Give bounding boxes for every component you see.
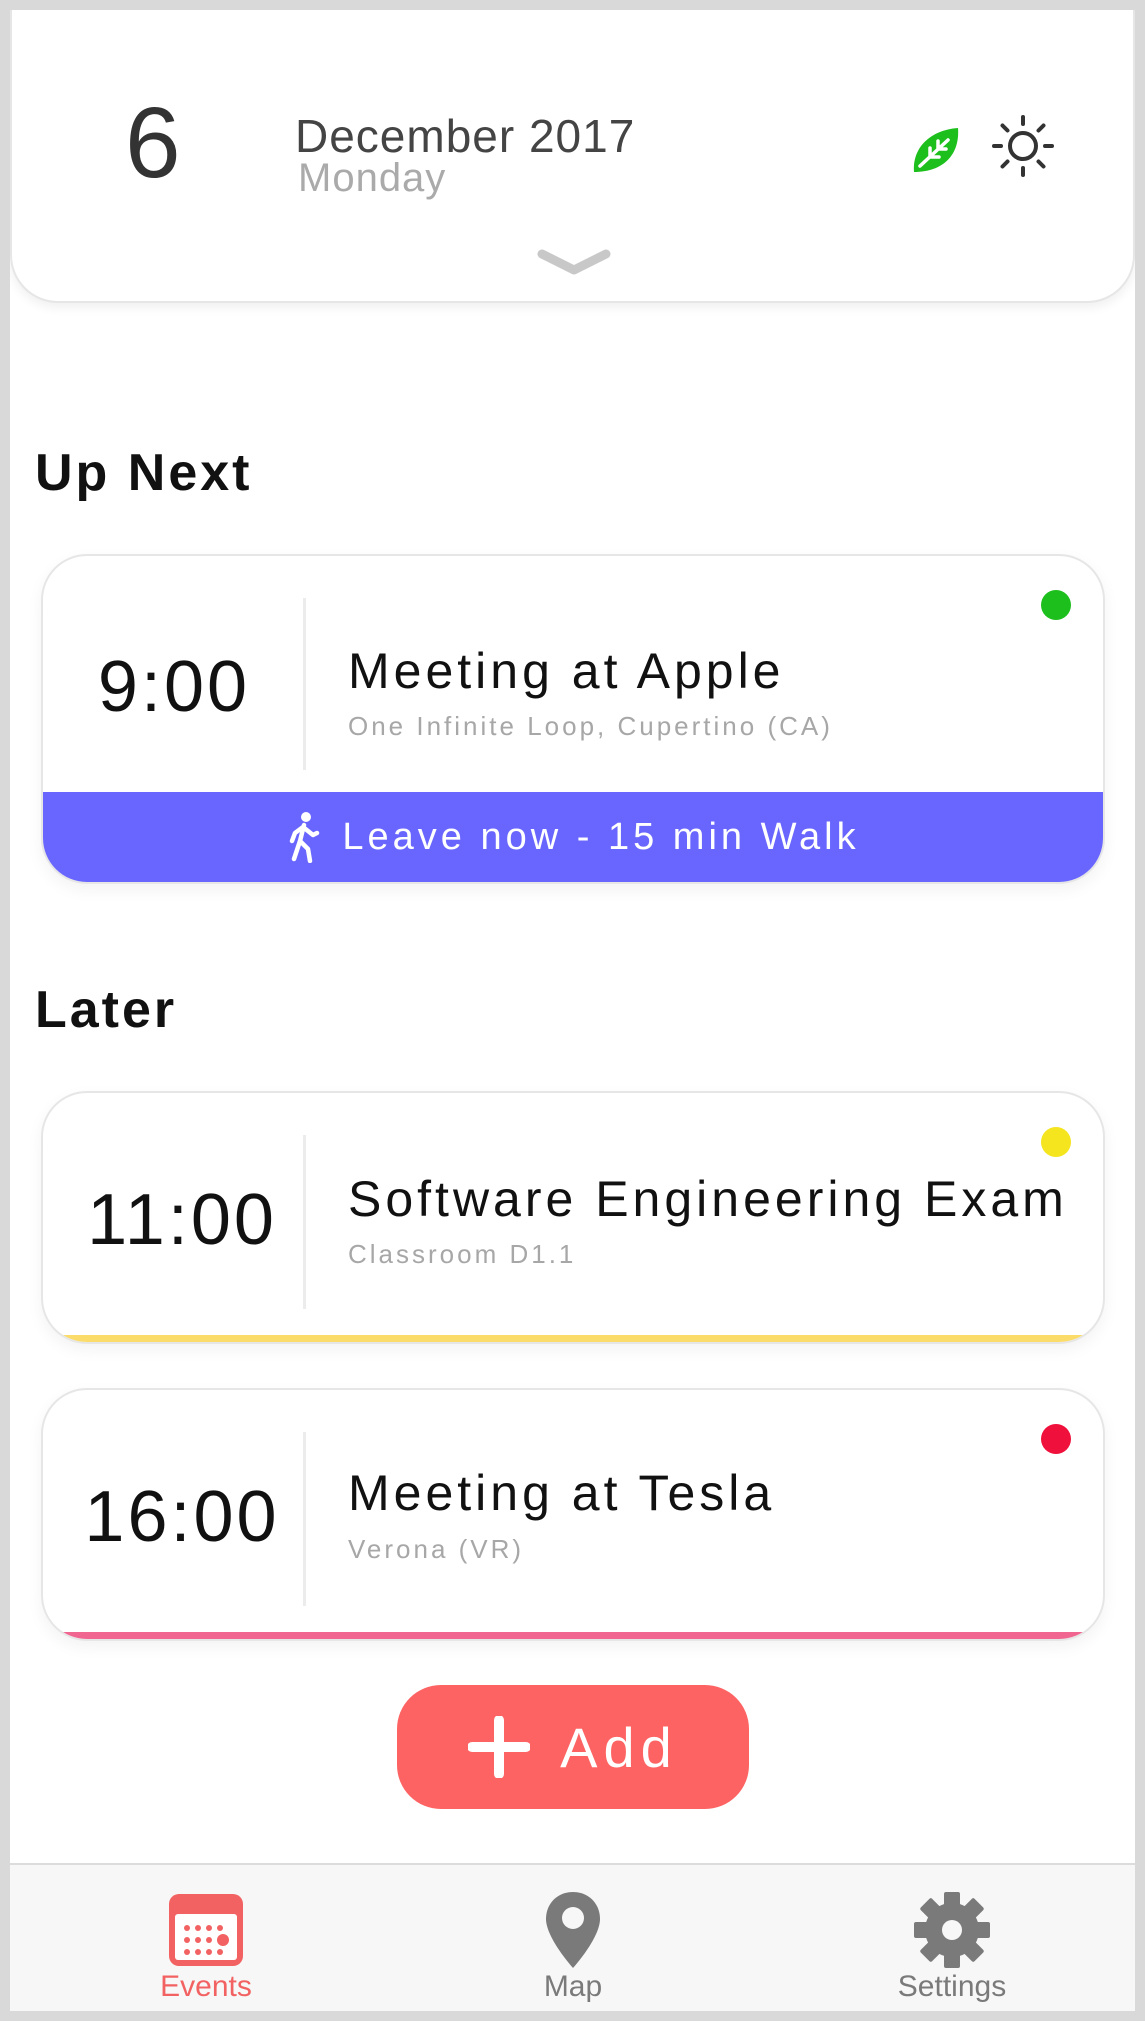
weekday: Monday [298,156,447,200]
calendar-icon [169,1894,243,1966]
tab-map-label: Map [543,1970,603,2003]
plus-icon [468,1716,531,1778]
event-location: Classroom D1.1 [348,1239,577,1269]
up-next-event-card[interactable]: 9:00 Meeting at Apple One Infinite Loop,… [41,554,1105,884]
event-card-tesla[interactable]: 16:00 Meeting at Tesla Verona (VR) [41,1388,1105,1641]
tab-map[interactable]: Map [453,1865,693,2011]
event-title: Meeting at Tesla [348,1465,776,1521]
add-button-label: Add [560,1715,678,1779]
status-dot-red [1041,1424,1071,1454]
tab-events[interactable]: Events [86,1865,326,2011]
date-header[interactable]: 6 December 2017 Monday [10,10,1135,303]
event-time: 9:00 [97,647,251,727]
priority-bar-yellow [43,1335,1103,1342]
chevron-down-icon[interactable] [537,248,611,278]
later-heading: Later [35,981,178,1039]
leave-now-label: Leave now - 15 min Walk [342,815,860,858]
event-time: 11:00 [87,1180,277,1260]
event-card-exam[interactable]: 11:00 Software Engineering Exam Classroo… [41,1091,1105,1344]
event-location: One Infinite Loop, Cupertino (CA) [348,711,833,741]
walking-icon [290,812,320,863]
event-title: Software Engineering Exam [348,1171,1068,1227]
event-location: Verona (VR) [348,1534,525,1564]
card-divider [303,598,306,770]
event-time: 16:00 [84,1477,280,1557]
leave-now-button[interactable]: Leave now - 15 min Walk [43,792,1103,882]
app-screen: 6 December 2017 Monday Up Next 9:00 Meet… [10,10,1135,2011]
month-year: December 2017 [295,110,636,162]
up-next-heading: Up Next [35,444,253,502]
status-dot-yellow [1041,1127,1071,1157]
priority-bar-pink [43,1632,1103,1639]
tab-settings[interactable]: Settings [832,1865,1072,2011]
tab-settings-label: Settings [897,1970,1007,2003]
day-number: 6 [125,87,181,199]
tab-bar: Events Map Settings [10,1863,1135,2011]
leaf-icon[interactable] [908,122,964,178]
event-title: Meeting at Apple [348,643,785,699]
status-dot-green [1041,590,1071,620]
map-pin-icon [546,1892,600,1968]
card-divider [303,1135,306,1309]
sun-icon[interactable] [990,113,1056,179]
card-divider [303,1432,306,1606]
gear-icon [914,1892,990,1968]
add-event-button[interactable]: Add [397,1685,749,1809]
tab-events-label: Events [160,1970,252,2003]
